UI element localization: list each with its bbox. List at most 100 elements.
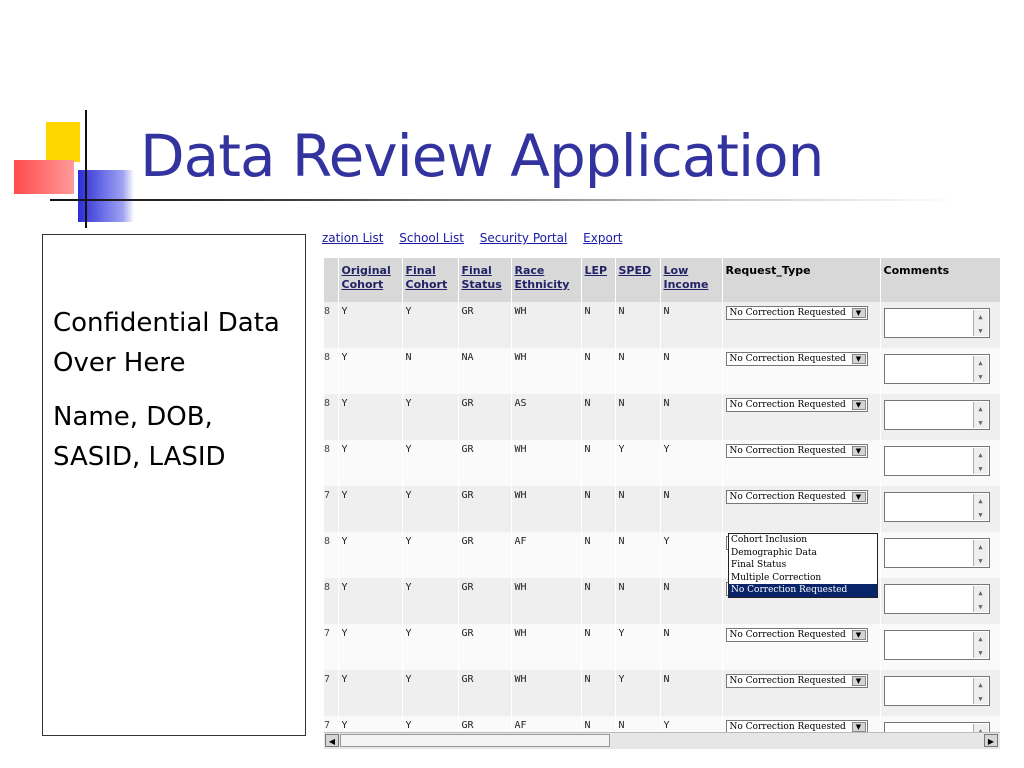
arrow-up-icon[interactable]: ▲ (974, 632, 988, 646)
textarea-scrollbar[interactable]: ▲▼ (972, 724, 988, 732)
column-header-original-cohort[interactable]: Original Cohort (338, 258, 403, 302)
textarea-scrollbar[interactable]: ▲▼ (972, 632, 988, 660)
cell-low-income: N (660, 348, 723, 394)
column-header-final-status[interactable]: Final Status (458, 258, 512, 302)
cell-final-cohort: Y (402, 670, 459, 716)
arrow-up-icon[interactable]: ▲ (974, 678, 988, 692)
dropdown-option[interactable]: No Correction Requested (729, 584, 877, 597)
comments-textarea[interactable]: ▲▼ (883, 400, 990, 430)
nav-link-export[interactable]: Export (583, 231, 622, 245)
comments-textarea[interactable]: ▲▼ (883, 354, 990, 384)
confidential-label: Confidential Data Over Here (53, 308, 280, 378)
decor-yellow-square (46, 122, 80, 162)
arrow-up-icon[interactable]: ▲ (974, 724, 988, 732)
comments-textarea[interactable]: ▲▼ (883, 538, 990, 568)
request-type-select[interactable]: No Correction Requested ▼ (725, 444, 868, 458)
dropdown-option[interactable]: Cohort Inclusion (729, 534, 877, 547)
arrow-down-icon[interactable]: ▼ (974, 646, 988, 660)
dropdown-option[interactable]: Final Status (729, 559, 877, 572)
request-type-select[interactable]: No Correction Requested ▼ (725, 720, 868, 732)
cell-sped: N (615, 302, 661, 348)
cell-index: 7 (324, 716, 339, 732)
chevron-down-icon[interactable]: ▼ (851, 630, 866, 640)
arrow-up-icon[interactable]: ▲ (974, 402, 988, 416)
textarea-scrollbar[interactable]: ▲▼ (972, 540, 988, 568)
dropdown-option[interactable]: Demographic Data (729, 547, 877, 560)
nav-link-school-list[interactable]: School List (399, 231, 464, 245)
arrow-up-icon[interactable]: ▲ (974, 494, 988, 508)
request-type-value: No Correction Requested (729, 722, 846, 732)
arrow-right-icon[interactable]: ▶ (984, 734, 998, 747)
column-header-low-income[interactable]: Low Income (660, 258, 723, 302)
cell-final-cohort: Y (402, 578, 459, 624)
arrow-down-icon[interactable]: ▼ (974, 554, 988, 568)
textarea-scrollbar[interactable]: ▲▼ (972, 678, 988, 706)
request-type-select[interactable]: No Correction Requested ▼ (725, 628, 868, 642)
arrow-up-icon[interactable]: ▲ (974, 586, 988, 600)
column-header-sped[interactable]: SPED (615, 258, 661, 302)
horizontal-scrollbar[interactable]: ◀ ▶ (324, 732, 1000, 749)
cell-comments: ▲▼ (880, 348, 1000, 394)
comments-textarea[interactable]: ▲▼ (883, 584, 990, 614)
arrow-down-icon[interactable]: ▼ (974, 600, 988, 614)
arrow-down-icon[interactable]: ▼ (974, 508, 988, 522)
column-header-final-cohort[interactable]: Final Cohort (402, 258, 459, 302)
chevron-down-icon[interactable]: ▼ (851, 492, 866, 502)
comments-textarea[interactable]: ▲▼ (883, 630, 990, 660)
nav-link-organization-list[interactable]: zation List (322, 231, 383, 245)
chevron-down-icon[interactable]: ▼ (851, 308, 866, 318)
request-type-select[interactable]: No Correction Requested ▼ (725, 490, 868, 504)
comments-textarea[interactable]: ▲▼ (883, 492, 990, 522)
chevron-down-icon[interactable]: ▼ (851, 400, 866, 410)
arrow-up-icon[interactable]: ▲ (974, 356, 988, 370)
cell-original-cohort: Y (338, 348, 403, 394)
arrow-up-icon[interactable]: ▲ (974, 448, 988, 462)
cell-final-status: GR (458, 486, 512, 532)
cell-lep: N (581, 348, 616, 394)
arrow-down-icon[interactable]: ▼ (974, 692, 988, 706)
textarea-scrollbar[interactable]: ▲▼ (972, 402, 988, 430)
cell-race-ethnicity: AS (511, 394, 582, 440)
cell-final-status: GR (458, 302, 512, 348)
cell-comments: ▲▼ (880, 670, 1000, 716)
arrow-down-icon[interactable]: ▼ (974, 416, 988, 430)
textarea-scrollbar[interactable]: ▲▼ (972, 356, 988, 384)
arrow-down-icon[interactable]: ▼ (974, 370, 988, 384)
cell-final-cohort: Y (402, 440, 459, 486)
arrow-up-icon[interactable]: ▲ (974, 540, 988, 554)
scrollbar-thumb[interactable] (340, 734, 610, 747)
request-type-select[interactable]: No Correction Requested ▼ (725, 398, 868, 412)
request-type-select[interactable]: No Correction Requested ▼ (725, 352, 868, 366)
chevron-down-icon[interactable]: ▼ (851, 354, 866, 364)
comments-textarea[interactable]: ▲▼ (883, 722, 990, 732)
cell-sped: N (615, 348, 661, 394)
dropdown-option[interactable]: Multiple Correction (729, 572, 877, 585)
chevron-down-icon[interactable]: ▼ (851, 446, 866, 456)
cell-index: 8 (324, 348, 339, 394)
cell-index: 8 (324, 578, 339, 624)
arrow-down-icon[interactable]: ▼ (974, 324, 988, 338)
request-type-select[interactable]: No Correction Requested ▼ (725, 674, 868, 688)
arrow-up-icon[interactable]: ▲ (974, 310, 988, 324)
cell-index: 8 (324, 394, 339, 440)
comments-textarea[interactable]: ▲▼ (883, 446, 990, 476)
textarea-scrollbar[interactable]: ▲▼ (972, 310, 988, 338)
request-type-select[interactable]: No Correction Requested ▼ (725, 306, 868, 320)
cell-final-status: GR (458, 716, 512, 732)
textarea-scrollbar[interactable]: ▲▼ (972, 448, 988, 476)
column-header-race-ethnicity[interactable]: Race Ethnicity (511, 258, 582, 302)
textarea-scrollbar[interactable]: ▲▼ (972, 494, 988, 522)
comments-textarea[interactable]: ▲▼ (883, 308, 990, 338)
comments-textarea[interactable]: ▲▼ (883, 676, 990, 706)
table-header-row: Original Cohort Final Cohort Final Statu… (324, 258, 1000, 302)
request-type-dropdown-list[interactable]: Cohort Inclusion Demographic Data Final St… (728, 533, 878, 598)
textarea-scrollbar[interactable]: ▲▼ (972, 586, 988, 614)
chevron-down-icon[interactable]: ▼ (851, 676, 866, 686)
column-header-lep[interactable]: LEP (581, 258, 616, 302)
cell-sped: N (615, 394, 661, 440)
cell-index: 8 (324, 302, 339, 348)
arrow-down-icon[interactable]: ▼ (974, 462, 988, 476)
nav-link-security-portal[interactable]: Security Portal (480, 231, 568, 245)
chevron-down-icon[interactable]: ▼ (851, 722, 866, 732)
arrow-left-icon[interactable]: ◀ (325, 734, 339, 747)
